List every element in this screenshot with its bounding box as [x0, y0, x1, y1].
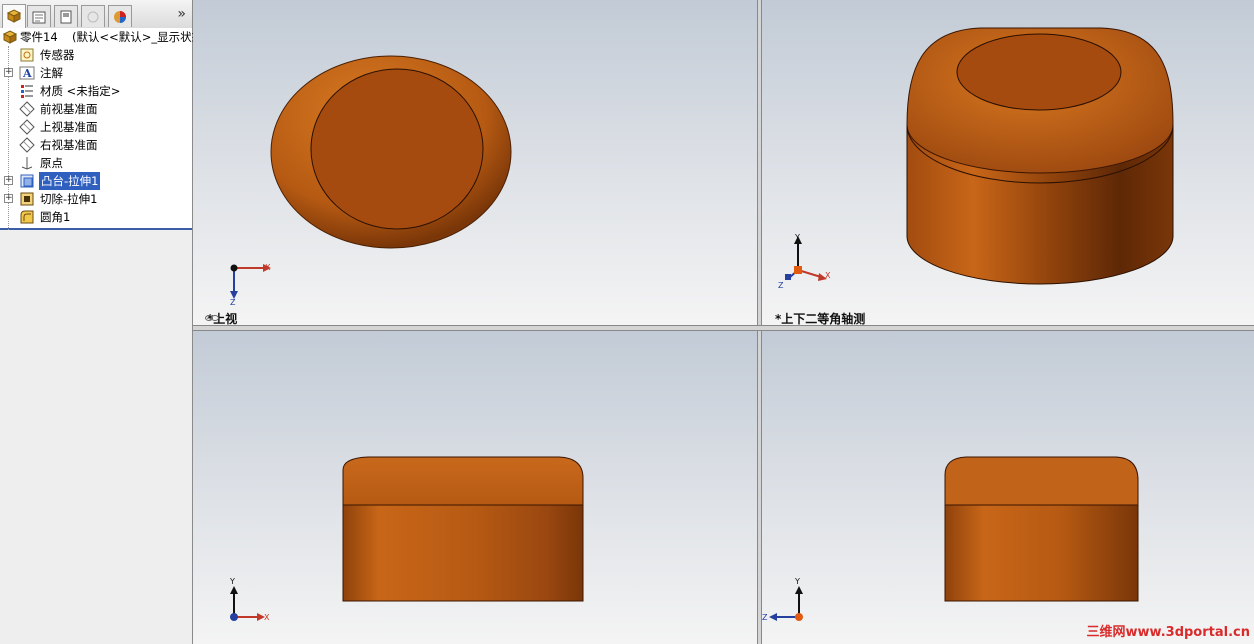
boss-extrude-icon	[20, 174, 34, 188]
dimxpert-icon	[87, 11, 99, 23]
expand-toggle[interactable]: +	[4, 68, 13, 77]
cut-extrude-icon	[20, 192, 34, 206]
sensor-icon	[20, 48, 34, 62]
material-icon	[21, 85, 33, 98]
triad-x-label: X	[825, 271, 831, 280]
tree-item-front-plane[interactable]: 前视基准面	[0, 100, 192, 118]
display-manager-icon	[114, 11, 126, 23]
tree-item-right-plane[interactable]: 右视基准面	[0, 136, 192, 154]
dimetric-view-model	[785, 27, 1174, 285]
viewport-top[interactable]: X Z *上视	[193, 0, 757, 325]
feature-manager-panel: » 零件14 (默认<<默认>_显示状态 传感器 + A 注解 材质 <未指定>…	[0, 0, 203, 644]
plane-icon	[19, 137, 35, 153]
plane-icon	[19, 119, 35, 135]
tree-item-label: 上视基准面	[40, 120, 98, 134]
part-icon	[2, 30, 18, 44]
top-view-model	[230, 55, 512, 299]
viewport-right[interactable]: Y Z	[761, 330, 1254, 644]
triad-x-label: X	[265, 263, 271, 272]
tree-item-label: 圆角1	[40, 210, 71, 224]
root-part-name: 零件14	[20, 30, 58, 44]
tree-item-sensors[interactable]: 传感器	[0, 46, 192, 64]
svg-text:A: A	[22, 67, 32, 80]
display-manager-tab[interactable]	[108, 5, 132, 27]
triad-y-label: Y	[230, 577, 235, 586]
tree-item-boss-extrude[interactable]: + 凸台-拉伸1	[0, 172, 192, 190]
feature-tree-icon	[6, 9, 22, 23]
triad-y-label: Y	[795, 577, 800, 586]
tree-item-cut-extrude[interactable]: + 切除-拉伸1	[0, 190, 192, 208]
property-manager-tab[interactable]	[27, 5, 51, 27]
tree-root[interactable]: 零件14 (默认<<默认>_显示状态	[0, 28, 203, 46]
annotation-icon: A	[19, 66, 35, 80]
feature-tree: 零件14 (默认<<默认>_显示状态 传感器 + A 注解 材质 <未指定> 前…	[0, 28, 203, 230]
configuration-manager-tab[interactable]	[54, 5, 78, 27]
triad-x-label: X	[264, 613, 270, 622]
more-tabs-chevron[interactable]: »	[177, 6, 186, 22]
viewport-front[interactable]: Y X	[193, 330, 757, 644]
tree-item-material[interactable]: 材质 <未指定>	[0, 82, 192, 100]
tree-item-label: 右视基准面	[40, 138, 98, 152]
view-name-label: *上下二等角轴测	[775, 312, 866, 325]
viewport-vertical-splitter[interactable]	[757, 0, 762, 644]
watermark-text: 三维网www.3dportal.cn	[1086, 625, 1250, 640]
front-view-model	[230, 456, 584, 621]
tree-item-annotations[interactable]: + A 注解	[0, 64, 192, 82]
tree-item-fillet[interactable]: 圆角1	[0, 208, 192, 226]
triad-y-label: Y	[795, 233, 800, 242]
tree-item-origin[interactable]: 原点	[0, 154, 192, 172]
tree-item-label: 原点	[40, 156, 63, 170]
tree-item-label: 材质 <未指定>	[40, 84, 121, 98]
link-views-icon[interactable]	[205, 314, 219, 322]
triad-z-label: Z	[762, 613, 768, 622]
triad-z-label: Z	[230, 298, 236, 307]
property-manager-icon	[32, 11, 46, 24]
feature-tree-tab[interactable]	[2, 4, 26, 28]
root-configuration: (默认<<默认>_显示状态	[72, 30, 204, 44]
tree-item-top-plane[interactable]: 上视基准面	[0, 118, 192, 136]
tree-item-label: 切除-拉伸1	[40, 192, 98, 206]
expand-toggle[interactable]: +	[4, 194, 13, 203]
tree-item-label: 注解	[40, 66, 63, 80]
configuration-manager-icon	[60, 10, 72, 24]
triad-z-label: Z	[778, 281, 784, 290]
tree-item-label: 前视基准面	[40, 102, 98, 116]
panel-tab-bar: »	[0, 0, 192, 29]
tree-item-label-selected: 凸台-拉伸1	[39, 172, 101, 190]
plane-icon	[19, 101, 35, 117]
expand-toggle[interactable]: +	[4, 176, 13, 185]
origin-icon	[21, 157, 33, 170]
right-view-model	[769, 456, 1139, 621]
fillet-icon	[20, 210, 34, 224]
viewport-dimetric[interactable]: Y X Z *上下二等角轴测	[761, 0, 1254, 325]
tree-item-label: 传感器	[40, 48, 75, 62]
dimxpert-tab[interactable]	[81, 5, 105, 27]
viewport-horizontal-splitter[interactable]	[193, 325, 1254, 331]
